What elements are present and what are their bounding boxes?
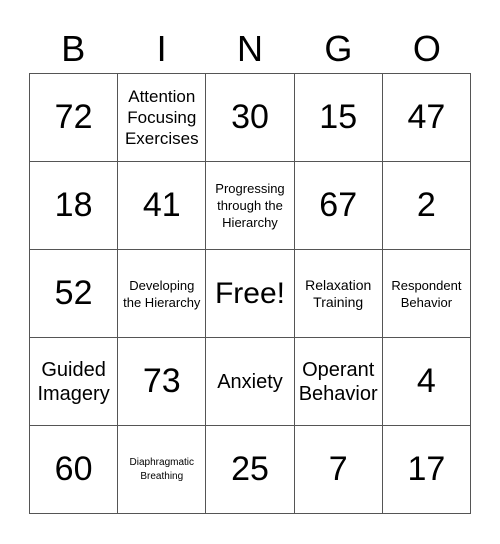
bingo-cell[interactable]: 25 bbox=[206, 426, 295, 514]
bingo-cell[interactable]: Guided Imagery bbox=[30, 338, 119, 426]
bingo-cell[interactable]: 47 bbox=[382, 74, 471, 162]
header-letter-o: O bbox=[412, 28, 441, 69]
bingo-cell[interactable]: Developing the Hierarchy bbox=[118, 250, 207, 338]
bingo-cell[interactable]: 4 bbox=[382, 338, 471, 426]
bingo-cell[interactable]: 52 bbox=[30, 250, 119, 338]
header-letter-b: B bbox=[61, 28, 86, 69]
bingo-cell[interactable]: 41 bbox=[118, 162, 207, 250]
bingo-cell[interactable]: Attention Focusing Exercises bbox=[118, 74, 207, 162]
bingo-cell[interactable]: 72 bbox=[30, 74, 119, 162]
bingo-cell[interactable]: 30 bbox=[206, 74, 295, 162]
bingo-grid: 72 Attention Focusing Exercises 30 15 47… bbox=[29, 73, 471, 514]
bingo-cell[interactable]: 18 bbox=[30, 162, 119, 250]
header-letter-i: I bbox=[156, 28, 167, 69]
bingo-cell[interactable]: 67 bbox=[294, 162, 383, 250]
bingo-cell[interactable]: Operant Behavior bbox=[294, 338, 383, 426]
bingo-cell[interactable]: 17 bbox=[382, 426, 471, 514]
header-letter-n: N bbox=[237, 28, 264, 69]
header-letter-g: G bbox=[324, 28, 353, 69]
bingo-header: B I N G O bbox=[29, 26, 471, 72]
bingo-cell[interactable]: 2 bbox=[382, 162, 471, 250]
bingo-cell[interactable]: Progressing through the Hierarchy bbox=[206, 162, 295, 250]
bingo-cell[interactable]: 15 bbox=[294, 74, 383, 162]
bingo-cell[interactable]: Diaphragmatic Breathing bbox=[118, 426, 207, 514]
bingo-cell[interactable]: Respondent Behavior bbox=[382, 250, 471, 338]
free-space-cell[interactable]: Free! bbox=[206, 250, 295, 338]
bingo-cell[interactable]: Relaxation Training bbox=[294, 250, 383, 338]
bingo-cell[interactable]: Anxiety bbox=[206, 338, 295, 426]
bingo-cell[interactable]: 60 bbox=[30, 426, 119, 514]
bingo-cell[interactable]: 73 bbox=[118, 338, 207, 426]
bingo-cell[interactable]: 7 bbox=[294, 426, 383, 514]
